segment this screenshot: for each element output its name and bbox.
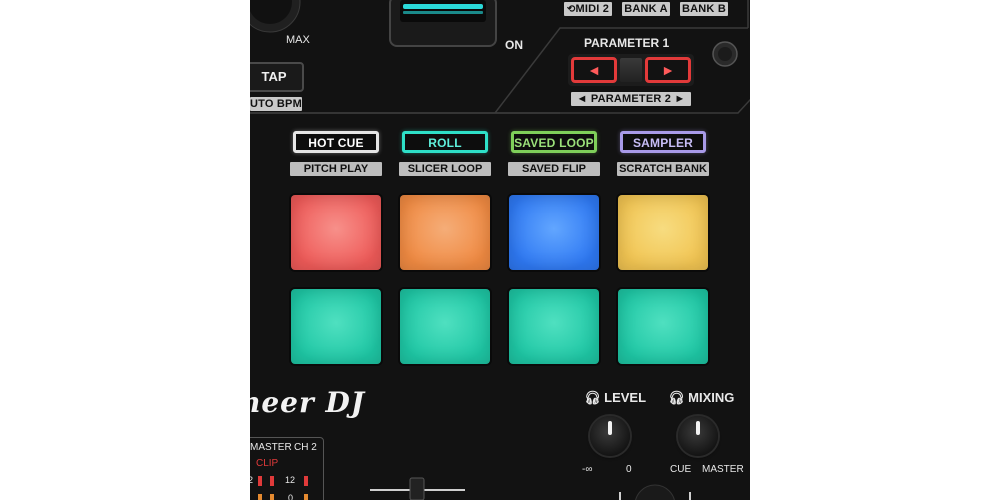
scratch-bank-label: SCRATCH BANK <box>617 162 709 176</box>
roll-button[interactable]: ROLL <box>402 131 488 153</box>
level-label: 🎧︎ LEVEL <box>584 390 646 406</box>
parameter-right-button[interactable]: ► <box>645 57 691 83</box>
bank-a-label: BANK A <box>622 2 670 16</box>
performance-pad-3[interactable] <box>509 195 599 270</box>
meter-led-orange <box>258 494 262 500</box>
pitch-play-label: PITCH PLAY <box>290 162 382 176</box>
loop-icon: ⟲ <box>566 4 576 15</box>
saved-loop-button[interactable]: SAVED LOOP <box>511 131 597 153</box>
knob-indicator <box>608 421 612 435</box>
meter-scale-12: 12 <box>285 475 296 485</box>
bank-b-label: BANK B <box>680 2 728 16</box>
meter-master-label: MASTER <box>250 442 292 453</box>
meter-ch2-label: CH 2 <box>294 442 317 453</box>
auto-bpm-label: UTO BPM <box>250 97 302 111</box>
level-text: LEVEL <box>604 390 647 405</box>
mixing-text: MIXING <box>688 390 735 405</box>
meter-led-red <box>270 476 274 486</box>
knob-indicator <box>696 421 700 435</box>
level-min-label: -∞ <box>582 464 593 475</box>
parameter-center-divider <box>620 58 642 82</box>
performance-pad-5[interactable] <box>291 289 381 364</box>
headphones-icon: 🎧︎ <box>584 390 601 405</box>
level-max-label: 0 <box>626 464 632 475</box>
max-label: MAX <box>286 34 310 46</box>
parameter-button-group: ◄ ► <box>568 54 694 86</box>
meter-scale-2: 2 <box>250 475 254 485</box>
meter-led-orange <box>270 494 274 500</box>
mixing-max-label: MASTER <box>702 464 744 475</box>
meter-led-orange <box>304 494 308 500</box>
headphones-icon: 🎧︎ <box>668 390 685 405</box>
hot-cue-button[interactable]: HOT CUE <box>293 131 379 153</box>
headphone-level-knob[interactable] <box>585 411 635 461</box>
performance-pad-1[interactable] <box>291 195 381 270</box>
pioneer-dj-logo: neer DJ <box>250 386 366 419</box>
mixing-min-label: CUE <box>670 464 692 475</box>
midi-2-label: ⟲MIDI 2 <box>564 2 612 16</box>
parameter-left-button[interactable]: ◄ <box>571 57 617 83</box>
performance-pad-6[interactable] <box>400 289 490 364</box>
meter-led-red <box>304 476 308 486</box>
performance-pad-8[interactable] <box>618 289 708 364</box>
parameter-2-label: ◄ PARAMETER 2 ► <box>571 92 691 106</box>
parameter-1-label: PARAMETER 1 <box>584 36 670 50</box>
headphone-mixing-knob[interactable] <box>673 411 723 461</box>
sampler-button[interactable]: SAMPLER <box>620 131 706 153</box>
performance-pad-4[interactable] <box>618 195 708 270</box>
on-label: ON <box>505 38 523 52</box>
slicer-loop-label: SLICER LOOP <box>399 162 491 176</box>
meter-scale-0: 0 <box>288 493 294 500</box>
dj-controller-panel: MAX ON TAP UTO BPM ⟲MIDI 2 BANK A BANK B… <box>250 0 750 500</box>
clip-label: CLIP <box>256 458 279 469</box>
midi-2-text: MIDI 2 <box>575 3 610 15</box>
tap-button[interactable]: TAP <box>250 62 304 92</box>
performance-pad-2[interactable] <box>400 195 490 270</box>
saved-flip-label: SAVED FLIP <box>508 162 600 176</box>
meter-led-red <box>258 476 262 486</box>
performance-pad-7[interactable] <box>509 289 599 364</box>
mixing-label: 🎧︎ MIXING <box>668 390 734 406</box>
